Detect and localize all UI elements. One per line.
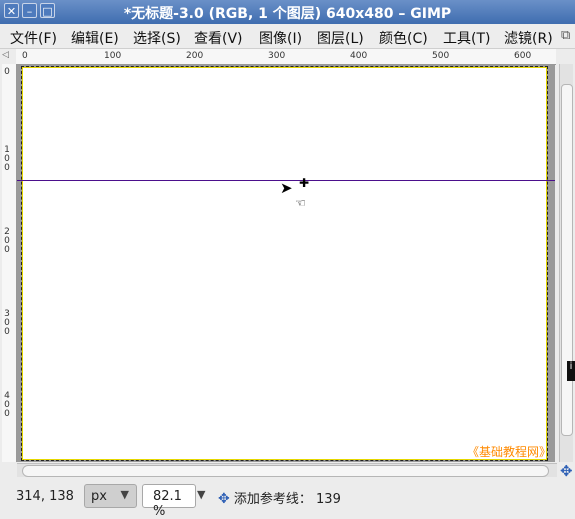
status-message: ✥ 添加参考线： 139 <box>218 488 341 507</box>
status-message-value: 139 <box>316 492 341 507</box>
vertical-scrollbar[interactable] <box>559 64 573 462</box>
unit-value: px <box>91 489 107 504</box>
vruler-label: 1 0 0 <box>4 145 10 173</box>
menu-image[interactable]: 图像(I) <box>259 28 302 48</box>
vruler-label: 3 0 0 <box>4 309 10 337</box>
move-cross-icon: ✚ <box>299 176 310 190</box>
hruler-label: 100 <box>104 51 122 61</box>
hruler-label: 400 <box>350 51 368 61</box>
horizontal-scroll-thumb[interactable] <box>22 465 549 477</box>
menu-colors[interactable]: 颜色(C) <box>379 28 428 48</box>
menu-bar: 文件(F) 编辑(E) 选择(S) 查看(V) 图像(I) 图层(L) 颜色(C… <box>0 24 575 49</box>
zoom-value: 82.1 % <box>153 489 182 519</box>
vertical-scroll-thumb[interactable] <box>561 84 573 436</box>
status-message-text: 添加参考线： <box>233 492 312 507</box>
horizontal-scrollbar[interactable] <box>17 463 557 477</box>
hand-cursor-icon: ☜ <box>295 196 306 210</box>
unit-selector[interactable]: px ▼ <box>84 484 137 508</box>
vruler-label: 4 0 0 <box>4 391 10 419</box>
window-titlebar: ✕ – □ *无标题-3.0 (RGB, 1 个图层) 640x480 – GI… <box>0 0 575 24</box>
canvas-viewport[interactable] <box>17 65 555 462</box>
vruler-label: 2 0 0 <box>4 227 10 255</box>
menu-layer[interactable]: 图层(L) <box>317 28 364 48</box>
watermark: 《基础教程网》 <box>467 445 552 459</box>
pointer-cursor-icon: ➤ <box>280 179 293 197</box>
menu-filters[interactable]: 滤镜(R) <box>504 28 553 48</box>
window-title: *无标题-3.0 (RGB, 1 个图层) 640x480 – GIMP <box>123 6 452 22</box>
hruler-label: 200 <box>186 51 204 61</box>
image-canvas[interactable] <box>21 66 548 461</box>
status-bar: 314, 138 px ▼ 82.1 % ▼ ✥ 添加参考线： 139 <box>0 478 575 519</box>
dropdown-arrow-icon: ▼ <box>120 488 129 501</box>
menu-tools[interactable]: 工具(T) <box>443 28 490 48</box>
menu-select[interactable]: 选择(S) <box>133 28 181 48</box>
menu-edit[interactable]: 编辑(E) <box>71 28 119 48</box>
menu-file[interactable]: 文件(F) <box>10 28 57 48</box>
hruler-label: 500 <box>432 51 450 61</box>
zoom-field[interactable]: 82.1 % <box>142 484 196 519</box>
horizontal-ruler[interactable]: 0 100 200 300 400 500 600 <box>16 49 556 65</box>
move-icon: ✥ <box>218 491 230 507</box>
zoom-dropdown-icon[interactable]: ▼ <box>197 488 205 501</box>
vruler-label: 0 <box>4 67 10 77</box>
menu-overflow-icon[interactable]: ⧉ <box>561 28 570 43</box>
hruler-label: 300 <box>268 51 286 61</box>
side-dock-tab[interactable]: i <box>567 361 575 381</box>
hruler-label: 0 <box>22 51 28 61</box>
menu-view[interactable]: 查看(V) <box>194 28 243 48</box>
ruler-corner-icon[interactable]: ◁ <box>2 50 16 63</box>
vertical-ruler[interactable]: 0 1 0 0 2 0 0 3 0 0 4 0 0 <box>2 64 17 462</box>
pointer-coordinates: 314, 138 <box>16 489 74 504</box>
hruler-label: 600 <box>514 51 532 61</box>
